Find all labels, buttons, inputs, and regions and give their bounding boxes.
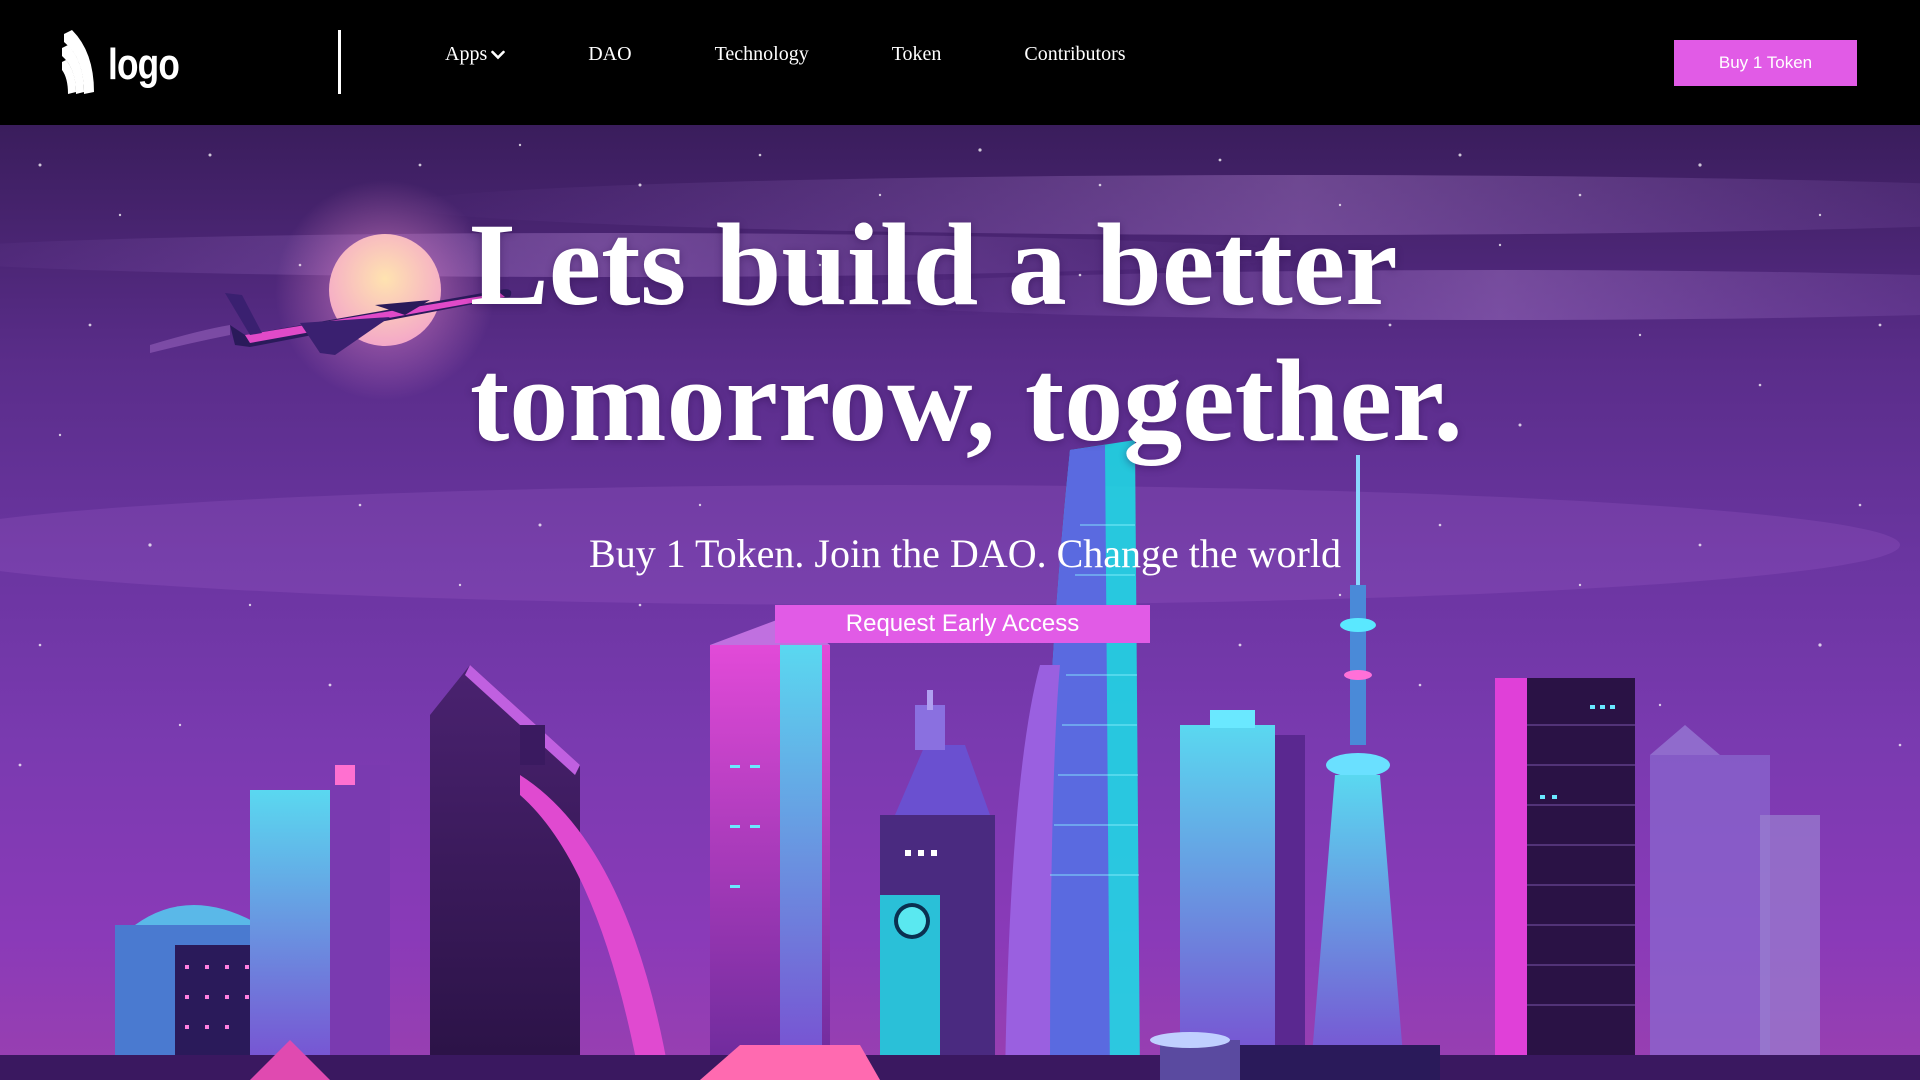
hero-headline-line-1: Lets build a better xyxy=(470,199,1398,330)
nav-item-apps-label: Apps xyxy=(445,43,488,65)
hero-section: Lets build a better tomorrow, together. … xyxy=(0,125,1920,1080)
chevron-down-icon xyxy=(491,50,506,59)
nav-item-dao[interactable]: DAO xyxy=(588,43,631,66)
logo-text: logo xyxy=(108,40,180,89)
nav-item-technology[interactable]: Technology xyxy=(715,43,809,66)
nav-item-contributors[interactable]: Contributors xyxy=(1024,43,1125,66)
hero-subline: Buy 1 Token. Join the DAO. Change the wo… xyxy=(589,531,1341,576)
nav-item-apps[interactable]: Apps xyxy=(445,43,506,66)
top-navbar: logo Apps DAO Technology Token Contribut… xyxy=(0,0,1920,125)
nav-item-token[interactable]: Token xyxy=(892,43,942,66)
hero-headline-line-2: tomorrow, together. xyxy=(470,335,1463,466)
hero-headline: Lets build a better tomorrow, together. xyxy=(470,197,1570,469)
brand-logo[interactable]: logo xyxy=(62,30,197,96)
main-nav: Apps DAO Technology Token Contributors xyxy=(445,43,1126,66)
nav-divider xyxy=(338,30,341,94)
buy-token-button[interactable]: Buy 1 Token xyxy=(1674,40,1857,86)
request-early-access-button[interactable]: Request Early Access xyxy=(775,605,1150,643)
stacked-arcs-icon xyxy=(62,30,94,94)
